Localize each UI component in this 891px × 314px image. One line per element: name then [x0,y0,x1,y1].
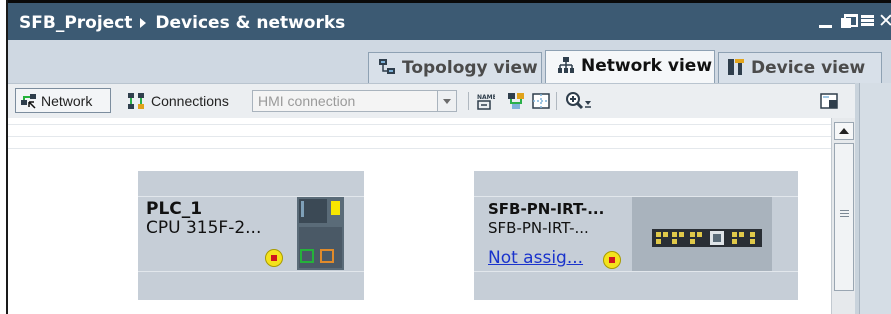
device-view-icon [727,58,745,76]
minimize-button[interactable] [818,13,834,29]
connections-icon [128,93,144,109]
grip-icon [840,210,849,217]
toggle-panel-icon[interactable] [820,91,840,111]
tab-network-view[interactable]: Network view [545,50,715,83]
vertical-scrollbar[interactable] [831,118,855,314]
window-menu-button[interactable] [860,13,876,29]
port-green-icon[interactable] [300,249,314,263]
side-task-strip [855,83,891,314]
io-module-image [632,197,772,271]
canvas-gridline [8,124,831,125]
topology-icon [378,58,396,76]
scroll-up-button[interactable] [834,122,854,140]
scroll-thumb[interactable] [834,143,854,291]
tab-topology-view[interactable]: Topology view [368,52,542,83]
view-tab-bar: Topology view Network view Device view [8,40,891,83]
connection-type-select[interactable]: HMI connection [252,90,457,112]
tab-device-view[interactable]: Device view [718,52,882,83]
tab-device-label: Device view [751,58,866,78]
network-mode-label: Network [41,93,93,109]
network-overview-icon[interactable] [506,91,526,111]
device-type: SFB-PN-IRT-... [488,219,589,237]
toolbar-separator [468,92,469,110]
toolbar-separator [556,92,557,110]
svg-text:NAME: NAME [477,94,495,101]
device-name: SFB-PN-IRT-... [488,200,605,218]
network-view-icon [557,56,575,74]
fault-status-icon[interactable] [265,249,283,267]
port-orange-icon[interactable] [320,249,334,263]
float-window-button[interactable] [840,13,858,29]
device-name: PLC_1 [146,199,203,219]
tab-topology-label: Topology view [402,58,538,78]
zoom-icon[interactable] [565,91,593,111]
not-assigned-link[interactable]: Not assig... [488,248,583,268]
devices-networks-window: SFB_Project Devices & networks ✕ Topology… [6,0,891,314]
network-mode-button[interactable]: Network [15,88,111,113]
canvas-gridline [8,148,831,149]
device-type: CPU 315F-2... [146,218,262,238]
device-band [474,271,798,272]
close-button[interactable]: ✕ [878,12,891,31]
network-toolbar: Network Connections HMI connection NAME [8,83,891,118]
connection-type-value: HMI connection [258,93,356,109]
network-canvas[interactable]: PLC_1 CPU 315F-2... SFB-PN-IRT-... SFB-P… [8,118,831,314]
device-plc-1[interactable]: PLC_1 CPU 315F-2... [138,171,364,300]
connections-mode-button[interactable]: Connections [123,88,243,113]
window-title: SFB_Project Devices & networks [19,13,345,33]
page-break-icon[interactable] [531,91,551,111]
canvas-gridline [8,136,831,137]
title-bar: SFB_Project Devices & networks ✕ [8,0,891,40]
tab-network-label: Network view [581,56,713,76]
breadcrumb-arrow-icon [140,17,147,28]
title-section: Devices & networks [155,13,346,33]
show-address-labels-icon[interactable]: NAME [475,91,497,111]
device-sfb-pn-irt[interactable]: SFB-PN-IRT-... SFB-PN-IRT-... Not assig.… [474,171,798,300]
network-mode-icon [21,94,36,109]
connections-label: Connections [151,93,229,109]
title-project: SFB_Project [19,13,133,33]
dropdown-arrow-icon[interactable] [437,91,456,111]
device-band [138,271,364,272]
fault-status-icon[interactable] [603,251,621,269]
